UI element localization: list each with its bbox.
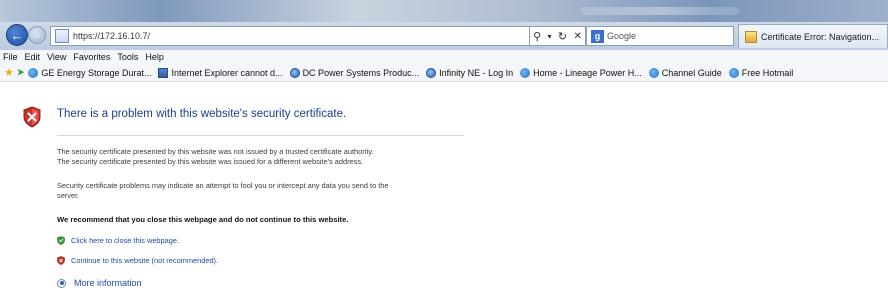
- shield-error-icon: [23, 106, 41, 128]
- page-title: There is a problem with this website's s…: [57, 108, 347, 120]
- globe-icon: [289, 67, 300, 78]
- red-shield-icon: [57, 256, 65, 265]
- ie-icon: [28, 67, 39, 78]
- favorite-item[interactable]: Free Hotmail: [728, 67, 794, 78]
- menu-view[interactable]: View: [47, 52, 66, 62]
- dropdown-icon[interactable]: ▾: [548, 32, 552, 41]
- favorite-label: DC Power Systems Produc...: [302, 67, 420, 78]
- favorites-star-icon[interactable]: ★: [4, 66, 14, 79]
- globe-icon: [426, 67, 437, 78]
- green-shield-icon: [57, 236, 65, 245]
- window-title-bar: [0, 0, 888, 22]
- search-provider-label: Google: [607, 31, 637, 41]
- address-text[interactable]: https://172.16.10.7/: [73, 31, 150, 41]
- close-webpage-link[interactable]: Click here to close this webpage.: [57, 236, 179, 245]
- favorite-label: Home - Lineage Power H...: [533, 67, 642, 78]
- ie-icon: [648, 67, 659, 78]
- divider: [57, 135, 464, 136]
- continue-website-link[interactable]: Continue to this website (not recommende…: [57, 256, 218, 265]
- address-bar[interactable]: https://172.16.10.7/: [50, 26, 530, 46]
- favorite-item[interactable]: Internet Explorer cannot d...: [158, 67, 283, 78]
- address-tools: ⚲ ▾ ↻ ✕: [530, 26, 586, 46]
- tab-title: Certificate Error: Navigation...: [761, 31, 880, 42]
- favorite-label: GE Energy Storage Durat...: [41, 67, 152, 78]
- favorites-bar: ★ ➤ GE Energy Storage Durat... Internet …: [0, 64, 888, 82]
- favorite-item[interactable]: Home - Lineage Power H...: [520, 67, 642, 78]
- refresh-icon[interactable]: ↻: [558, 30, 567, 43]
- menu-favorites[interactable]: Favorites: [73, 52, 110, 62]
- favorite-label: Infinity NE - Log In: [439, 67, 514, 78]
- favorite-item[interactable]: DC Power Systems Produc...: [289, 67, 420, 78]
- favorite-label: Channel Guide: [661, 67, 722, 78]
- ie-icon: [520, 67, 531, 78]
- search-input[interactable]: g Google: [586, 26, 734, 46]
- expand-icon: [57, 278, 66, 288]
- forward-button[interactable]: →: [28, 26, 46, 44]
- warning-text: server.: [57, 191, 80, 200]
- certificate-warning-icon: [745, 30, 757, 43]
- favorite-item[interactable]: GE Energy Storage Durat...: [28, 67, 152, 78]
- favorite-label: Free Hotmail: [741, 67, 794, 78]
- window-title: [580, 7, 740, 15]
- close-icon[interactable]: ✕: [573, 31, 581, 42]
- error-description: The security certificate presented by th…: [57, 147, 374, 156]
- more-information-toggle[interactable]: More information: [57, 278, 142, 288]
- back-button[interactable]: ←: [6, 24, 28, 46]
- warning-text: Security certificate problems may indica…: [57, 181, 389, 190]
- page-icon: [158, 67, 169, 78]
- close-link-label[interactable]: Click here to close this webpage.: [71, 236, 179, 245]
- menu-help[interactable]: Help: [145, 52, 164, 62]
- favorite-item[interactable]: Infinity NE - Log In: [426, 67, 514, 78]
- more-information-label[interactable]: More information: [74, 278, 142, 288]
- ie-icon: [728, 67, 739, 78]
- menu-file[interactable]: File: [3, 52, 18, 62]
- favorite-item[interactable]: Channel Guide: [648, 67, 722, 78]
- continue-link-label[interactable]: Continue to this website (not recommende…: [71, 256, 218, 265]
- tab-certificate-error[interactable]: Certificate Error: Navigation...: [738, 24, 888, 48]
- add-favorite-icon[interactable]: ➤: [17, 67, 25, 78]
- menu-edit[interactable]: Edit: [25, 52, 41, 62]
- recommendation-text: We recommend that you close this webpage…: [57, 215, 349, 224]
- menu-tools[interactable]: Tools: [117, 52, 138, 62]
- page-icon: [55, 29, 69, 43]
- google-icon: g: [591, 29, 604, 43]
- favorite-label: Internet Explorer cannot d...: [171, 67, 283, 78]
- search-icon[interactable]: ⚲: [533, 30, 541, 43]
- menu-bar: File Edit View Favorites Tools Help: [0, 50, 888, 64]
- error-description: The security certificate presented by th…: [57, 157, 364, 166]
